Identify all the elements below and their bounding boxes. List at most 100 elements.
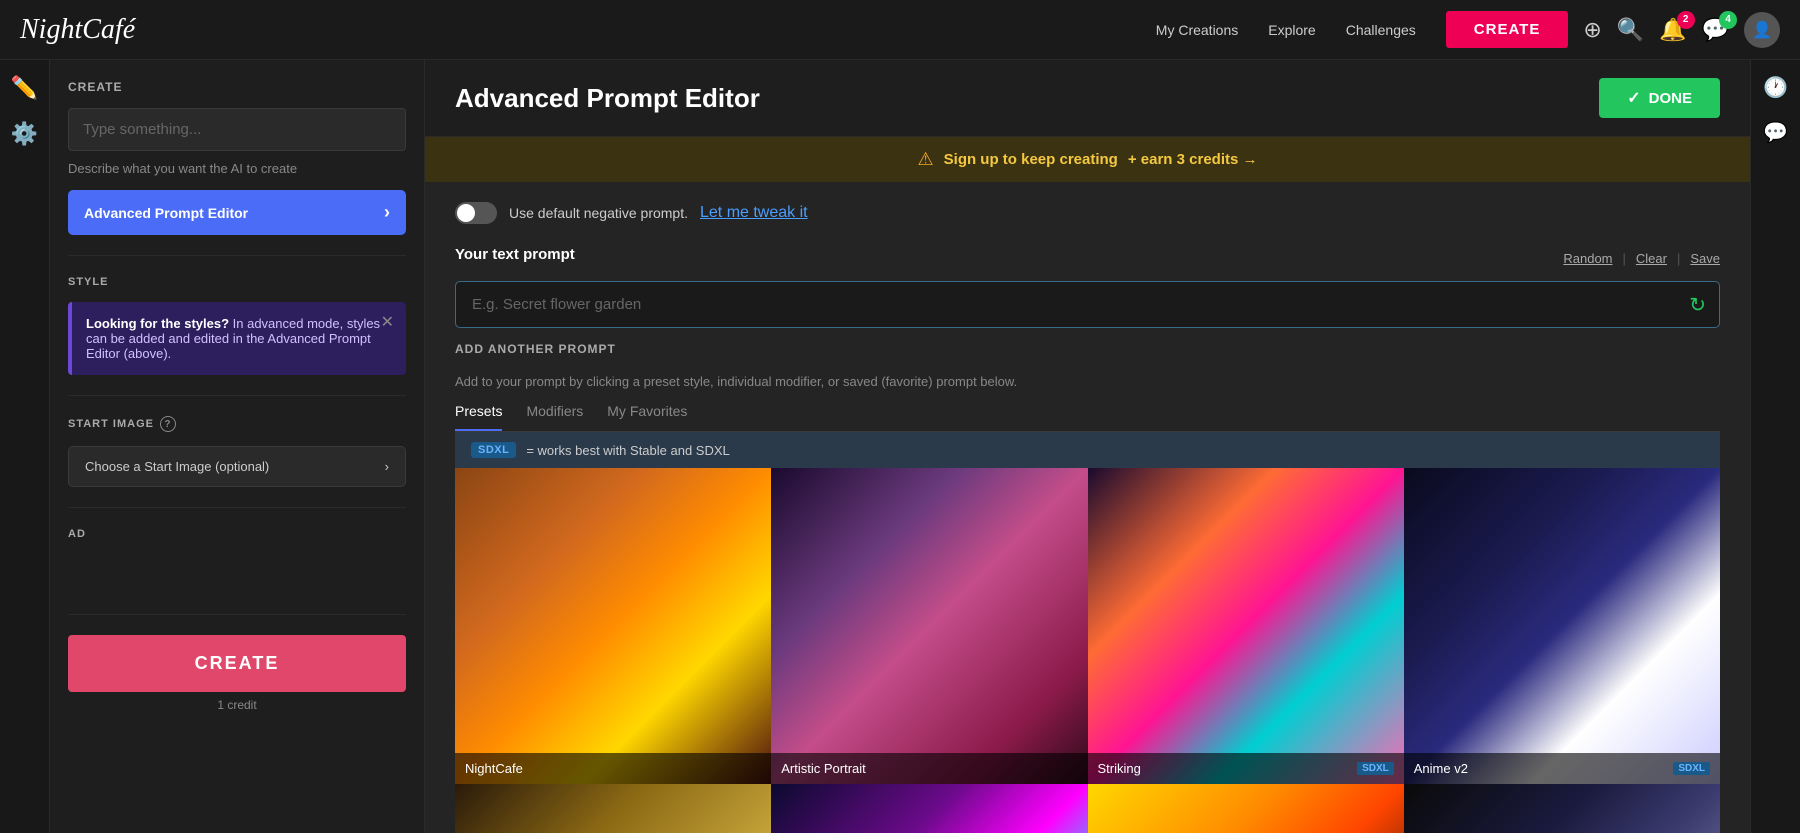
style-section-title: STYLE (68, 276, 406, 288)
create-section-title: CREATE (68, 80, 406, 94)
preset-img-dark (1404, 784, 1720, 833)
signup-banner: ⚠ Sign up to keep creating + earn 3 cred… (425, 137, 1750, 182)
nav-challenges[interactable]: Challenges (1346, 22, 1416, 38)
preset-img-old (455, 784, 771, 833)
preset-tabs: Presets Modifiers My Favorites (455, 403, 1720, 432)
main-content: Advanced Prompt Editor ✓ DONE ⚠ Sign up … (425, 60, 1750, 833)
divider-4 (68, 614, 406, 615)
sdxl-banner: SDXL = works best with Stable and SDXL (455, 432, 1720, 468)
editor-area: Use default negative prompt. Let me twea… (425, 182, 1750, 833)
save-link[interactable]: Save (1690, 251, 1720, 266)
create-main-button[interactable]: CREATE (68, 635, 406, 692)
icon-sidebar: ✏️ ⚙️ (0, 60, 50, 833)
warning-icon: ⚠ (918, 149, 934, 170)
neg-prompt-label: Use default negative prompt. (509, 205, 688, 221)
rotate-icon[interactable]: ↻ (1689, 292, 1706, 317)
sdxl-badge-striking: SDXL (1357, 762, 1394, 775)
style-tip-close[interactable]: ✕ (381, 312, 394, 332)
choose-start-arrow: › (385, 459, 389, 474)
preset-item-old[interactable]: Old Portrait (455, 784, 771, 833)
text-prompt-header: Your text prompt Random | Clear | Save (455, 246, 1720, 271)
start-image-title: START IMAGE ? (68, 416, 406, 432)
preset-item-nightcafe[interactable]: NightCafe (455, 468, 771, 784)
search-icon[interactable]: 🔍 (1617, 17, 1644, 43)
preset-grid: NightCafe Artistic Portrait Striking SDX… (455, 468, 1720, 833)
done-check-icon: ✓ (1627, 88, 1640, 108)
sdxl-badge-anime: SDXL (1673, 762, 1710, 775)
preset-description: Add to your prompt by clicking a preset … (455, 374, 1720, 389)
preset-label-anime: Anime v2 SDXL (1404, 753, 1720, 784)
tweak-link[interactable]: Let me tweak it (700, 204, 808, 222)
style-tip-bold: Looking for the styles? (86, 316, 229, 331)
notifications-icon[interactable]: 🔔 2 (1659, 17, 1686, 43)
credit-info: 1 credit (68, 698, 406, 712)
preset-img-nightcafe (455, 468, 771, 784)
preset-item-dark[interactable]: Dark City (1404, 784, 1720, 833)
preset-label-nightcafe: NightCafe (455, 753, 771, 784)
advanced-prompt-editor-button[interactable]: Advanced Prompt Editor › (68, 190, 406, 235)
discord-icon[interactable]: ⊕ (1583, 17, 1601, 43)
notification-badge: 2 (1677, 11, 1695, 29)
preset-img-fantasy (771, 784, 1087, 833)
create-icon[interactable]: ✏️ (11, 75, 38, 101)
tab-favorites[interactable]: My Favorites (607, 403, 687, 431)
tab-modifiers[interactable]: Modifiers (526, 403, 583, 431)
page-title: Advanced Prompt Editor (455, 83, 760, 114)
done-button[interactable]: ✓ DONE (1599, 78, 1720, 118)
prompt-actions: Random | Clear | Save (1563, 251, 1720, 266)
advanced-btn-arrow: › (384, 202, 390, 223)
describe-text: Describe what you want the AI to create (68, 161, 406, 176)
text-prompt-wrapper: ↻ (455, 281, 1720, 328)
tab-presets[interactable]: Presets (455, 403, 502, 431)
preset-item-anime[interactable]: Anime v2 SDXL (1404, 468, 1720, 784)
start-image-help-icon[interactable]: ? (160, 416, 176, 432)
ad-space (68, 554, 406, 594)
preset-img-cinematic (1088, 784, 1404, 833)
nav-my-creations[interactable]: My Creations (1156, 22, 1238, 38)
sep-1: | (1623, 251, 1626, 266)
chat-icon[interactable]: 💬 (1763, 120, 1788, 145)
divider-2 (68, 395, 406, 396)
sidebar: CREATE Describe what you want the AI to … (50, 60, 425, 833)
top-navigation: NightCafé My Creations Explore Challenge… (0, 0, 1800, 60)
add-prompt-button[interactable]: ADD ANOTHER PROMPT (455, 342, 616, 356)
settings-icon[interactable]: ⚙️ (11, 121, 38, 147)
nav-explore[interactable]: Explore (1268, 22, 1315, 38)
style-tip-box: ✕ Looking for the styles? In advanced mo… (68, 302, 406, 375)
ad-section-title: AD (68, 528, 406, 540)
clear-link[interactable]: Clear (1636, 251, 1667, 266)
preset-item-cinematic[interactable]: Cinematic (1088, 784, 1404, 833)
sep-2: | (1677, 251, 1680, 266)
signup-text: Sign up to keep creating (944, 151, 1118, 168)
preset-item-fantasy[interactable]: Fantasy (771, 784, 1087, 833)
neg-prompt-row: Use default negative prompt. Let me twea… (455, 202, 1720, 224)
neg-prompt-toggle[interactable] (455, 202, 497, 224)
sidebar-content: CREATE Describe what you want the AI to … (50, 60, 424, 833)
right-sidebar: 🕐 💬 (1750, 60, 1800, 833)
toggle-knob (457, 204, 475, 222)
divider-1 (68, 255, 406, 256)
earn-credits-link[interactable]: + earn 3 credits → (1128, 151, 1258, 168)
choose-start-image-button[interactable]: Choose a Start Image (optional) › (68, 446, 406, 487)
preset-img-artistic (771, 468, 1087, 784)
create-button-top[interactable]: CREATE (1446, 11, 1569, 48)
main-layout: ✏️ ⚙️ CREATE Describe what you want the … (0, 60, 1800, 833)
main-topbar: Advanced Prompt Editor ✓ DONE (425, 60, 1750, 137)
preset-img-striking (1088, 468, 1404, 784)
preset-label-striking: Striking SDXL (1088, 753, 1404, 784)
random-link[interactable]: Random (1563, 251, 1612, 266)
preset-item-striking[interactable]: Striking SDXL (1088, 468, 1404, 784)
app-logo[interactable]: NightCafé (20, 14, 135, 46)
history-icon[interactable]: 🕐 (1763, 75, 1788, 100)
preset-label-artistic: Artistic Portrait (771, 753, 1087, 784)
user-avatar[interactable]: 👤 (1744, 12, 1780, 48)
nav-links: My Creations Explore Challenges (1156, 22, 1416, 38)
prompt-text-input[interactable] (68, 108, 406, 151)
messages-icon[interactable]: 💬 4 (1702, 17, 1729, 43)
nav-icon-group: ⊕ 🔍 🔔 2 💬 4 👤 (1583, 12, 1780, 48)
text-prompt-title: Your text prompt (455, 246, 575, 263)
text-prompt-field[interactable] (455, 281, 1720, 328)
sdxl-badge: SDXL (471, 442, 516, 458)
preset-img-anime (1404, 468, 1720, 784)
preset-item-artistic[interactable]: Artistic Portrait (771, 468, 1087, 784)
